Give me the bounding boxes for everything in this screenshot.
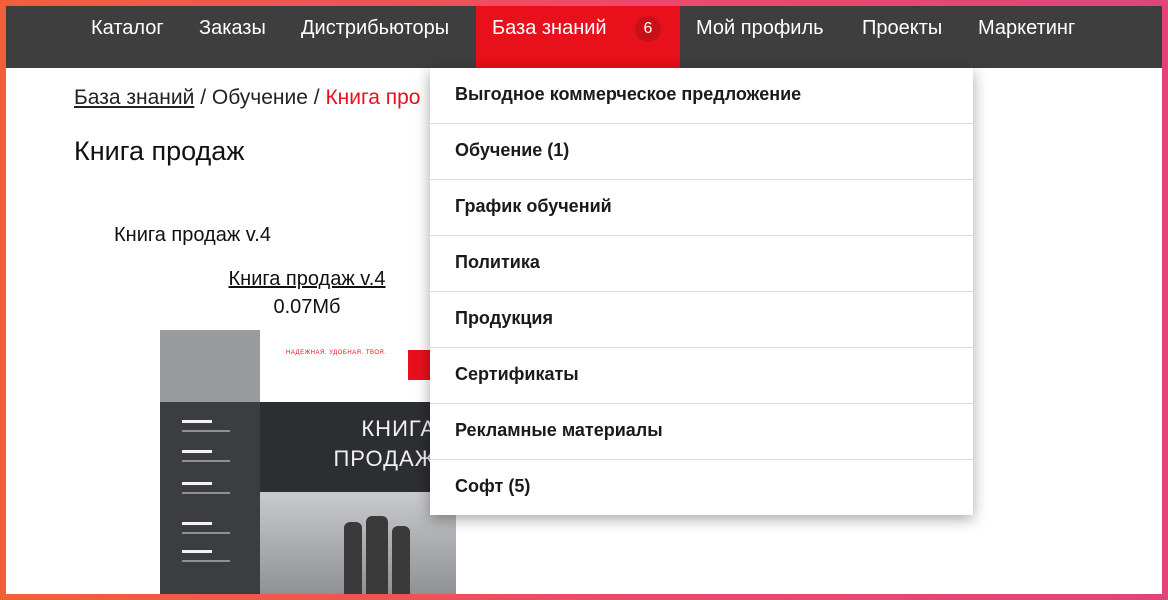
document-download-link[interactable]: Книга продаж v.4 [156,268,458,291]
menu-item-training-schedule[interactable]: График обучений [430,180,973,236]
cover-photo-people [260,492,456,594]
nav-item-label: Проекты [862,17,943,39]
breadcrumb-separator: / [313,86,320,109]
document-name: Книга продаж v.4 [114,224,271,246]
nav-item-projects[interactable]: Проекты [862,6,942,68]
menu-item-products[interactable]: Продукция [430,292,973,348]
nav-item-label: Мой профиль [696,17,824,39]
nav-item-my-profile[interactable]: Мой профиль [696,6,824,68]
menu-item-commercial-offer[interactable]: Выгодное коммерческое предложение [430,68,973,124]
nav-item-marketing[interactable]: Маркетинг [978,6,1075,68]
cover-title-line1: КНИГА [361,416,436,441]
breadcrumb: База знаний / Обучение / Книга про [74,86,420,110]
cover-bullet [182,522,212,525]
cover-sidebar [160,330,260,594]
breadcrumb-link-knowledge-base[interactable]: База знаний [74,86,194,109]
nav-item-orders[interactable]: Заказы [199,6,266,68]
nav-item-label: Каталог [91,17,164,39]
book-cover-image[interactable]: НАДЕЖНАЯ. УДОБНАЯ. ТВОЯ. КНИГА ПРОДАЖ [160,330,456,594]
document-file-size: 0.07Мб [273,296,341,318]
breadcrumb-separator: / [200,86,207,109]
cover-tagline: НАДЕЖНАЯ. УДОБНАЯ. ТВОЯ. [286,350,387,356]
nav-item-label: База знаний [492,17,607,39]
nav-item-catalog[interactable]: Каталог [91,6,164,68]
breadcrumb-current: Книга про [325,86,421,109]
menu-item-policy[interactable]: Политика [430,236,973,292]
notification-badge: 6 [635,16,661,42]
knowledge-base-dropdown-menu: Выгодное коммерческое предложение Обучен… [430,68,973,515]
cover-bullet [182,550,212,553]
nav-item-label: Дистрибьюторы [301,17,450,39]
cover-bullet [182,482,212,485]
nav-item-label: Маркетинг [978,17,1076,39]
nav-item-knowledge-base[interactable]: База знаний 6 [476,6,680,68]
nav-item-label: Заказы [199,17,266,39]
page-title: Книга продаж [74,136,245,166]
menu-item-advertising-materials[interactable]: Рекламные материалы [430,404,973,460]
top-navigation: Каталог Заказы Дистрибьюторы База знаний… [6,6,1162,68]
cover-title-line2: ПРОДАЖ [333,446,436,471]
cover-bullet [182,450,212,453]
menu-item-certificates[interactable]: Сертификаты [430,348,973,404]
cover-bullet [182,420,212,423]
menu-item-training[interactable]: Обучение (1) [430,124,973,180]
nav-item-distributors[interactable]: Дистрибьюторы [301,6,449,68]
breadcrumb-item-training[interactable]: Обучение [212,86,308,109]
menu-item-software[interactable]: Софт (5) [430,460,973,516]
app-window: Каталог Заказы Дистрибьюторы База знаний… [6,6,1162,594]
